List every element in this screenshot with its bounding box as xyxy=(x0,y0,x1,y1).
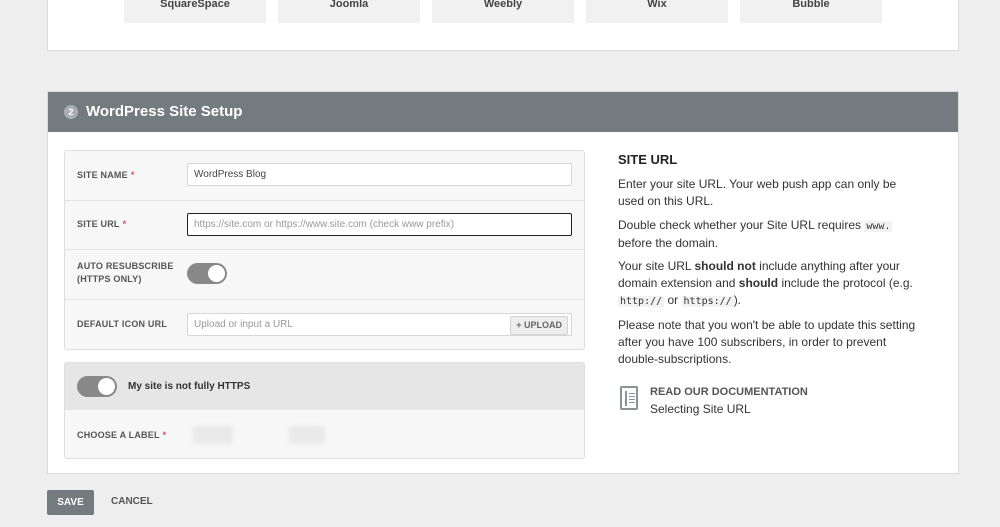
site-name-row: SITE NAME * WordPress Blog xyxy=(65,151,584,201)
platform-label: SquareSpace xyxy=(160,0,230,10)
https-header: My site is not fully HTTPS xyxy=(65,363,584,410)
https-toggle-label: My site is not fully HTTPS xyxy=(128,381,251,392)
https-toggle[interactable] xyxy=(77,376,117,397)
default-icon-input[interactable]: Upload or input a URL + UPLOAD xyxy=(187,313,572,336)
site-name-input[interactable]: WordPress Blog xyxy=(187,163,572,186)
auto-resubscribe-toggle[interactable] xyxy=(187,263,227,284)
site-name-label: SITE NAME * xyxy=(77,170,135,180)
https-panel: My site is not fully HTTPS CHOOSE A LABE… xyxy=(64,362,585,459)
site-url-input[interactable]: https://site.com or https://www.site.com… xyxy=(187,213,572,236)
platform-label: Weebly xyxy=(483,0,523,10)
label-option[interactable] xyxy=(193,426,233,444)
default-icon-row: DEFAULT ICON URL Upload or input a URL +… xyxy=(65,299,584,350)
default-icon-label: DEFAULT ICON URL xyxy=(77,319,168,329)
upload-button[interactable]: + UPLOAD xyxy=(510,316,568,335)
documentation-heading: READ OUR DOCUMENTATION xyxy=(650,386,808,398)
required-marker: * xyxy=(130,170,135,180)
documentation-link[interactable]: READ OUR DOCUMENTATION Selecting Site UR… xyxy=(618,386,918,420)
required-marker: * xyxy=(122,219,127,229)
plus-icon: + xyxy=(516,320,522,330)
help-paragraph: Enter your site URL. Your web push app c… xyxy=(618,177,897,208)
platform-bubble[interactable]: Bubble xyxy=(740,0,882,23)
toggle-knob xyxy=(208,265,225,282)
platform-label: Bubble xyxy=(792,0,830,10)
document-icon xyxy=(620,386,638,410)
upload-label: UPLOAD xyxy=(524,320,562,330)
documentation-link-text[interactable]: Selecting Site URL xyxy=(650,402,751,416)
cancel-button[interactable]: CANCEL xyxy=(111,496,153,507)
save-button[interactable]: SAVE xyxy=(47,490,94,515)
help-paragraph: Please note that you won't be able to up… xyxy=(618,318,916,366)
card-header: 2 WordPress Site Setup xyxy=(48,92,958,132)
help-title: SITE URL xyxy=(618,152,678,167)
label-option[interactable] xyxy=(289,426,325,444)
site-form: SITE NAME * WordPress Blog SITE URL * http… xyxy=(64,150,585,350)
card-title: WordPress Site Setup xyxy=(86,103,243,120)
platform-card: SquareSpace Joomla Weebly Wix Bubble xyxy=(47,0,959,51)
help-paragraph: Your site URL should not include anythin… xyxy=(618,259,913,307)
platform-label: Wix xyxy=(647,0,667,10)
auto-resubscribe-row: AUTO RESUBSCRIBE (HTTPS ONLY) xyxy=(65,249,584,300)
platform-weebly[interactable]: Weebly xyxy=(432,0,574,23)
toggle-knob xyxy=(98,378,115,395)
choose-label-label: CHOOSE A LABEL * xyxy=(77,430,167,440)
platform-joomla[interactable]: Joomla xyxy=(278,0,420,23)
wordpress-setup-card: 2 WordPress Site Setup SITE NAME * WordPr… xyxy=(47,91,959,474)
platform-squarespace[interactable]: SquareSpace xyxy=(124,0,266,23)
step-badge: 2 xyxy=(64,105,78,119)
platform-wix[interactable]: Wix xyxy=(586,0,728,23)
auto-resubscribe-label: AUTO RESUBSCRIBE (HTTPS ONLY) xyxy=(77,261,174,284)
default-icon-placeholder: Upload or input a URL xyxy=(194,319,293,330)
platform-label: Joomla xyxy=(329,0,369,10)
site-url-row: SITE URL * https://site.com or https://ww… xyxy=(65,200,584,250)
required-marker: * xyxy=(162,430,167,440)
help-paragraph: Double check whether your Site URL requi… xyxy=(618,218,893,250)
site-url-label: SITE URL * xyxy=(77,219,127,229)
